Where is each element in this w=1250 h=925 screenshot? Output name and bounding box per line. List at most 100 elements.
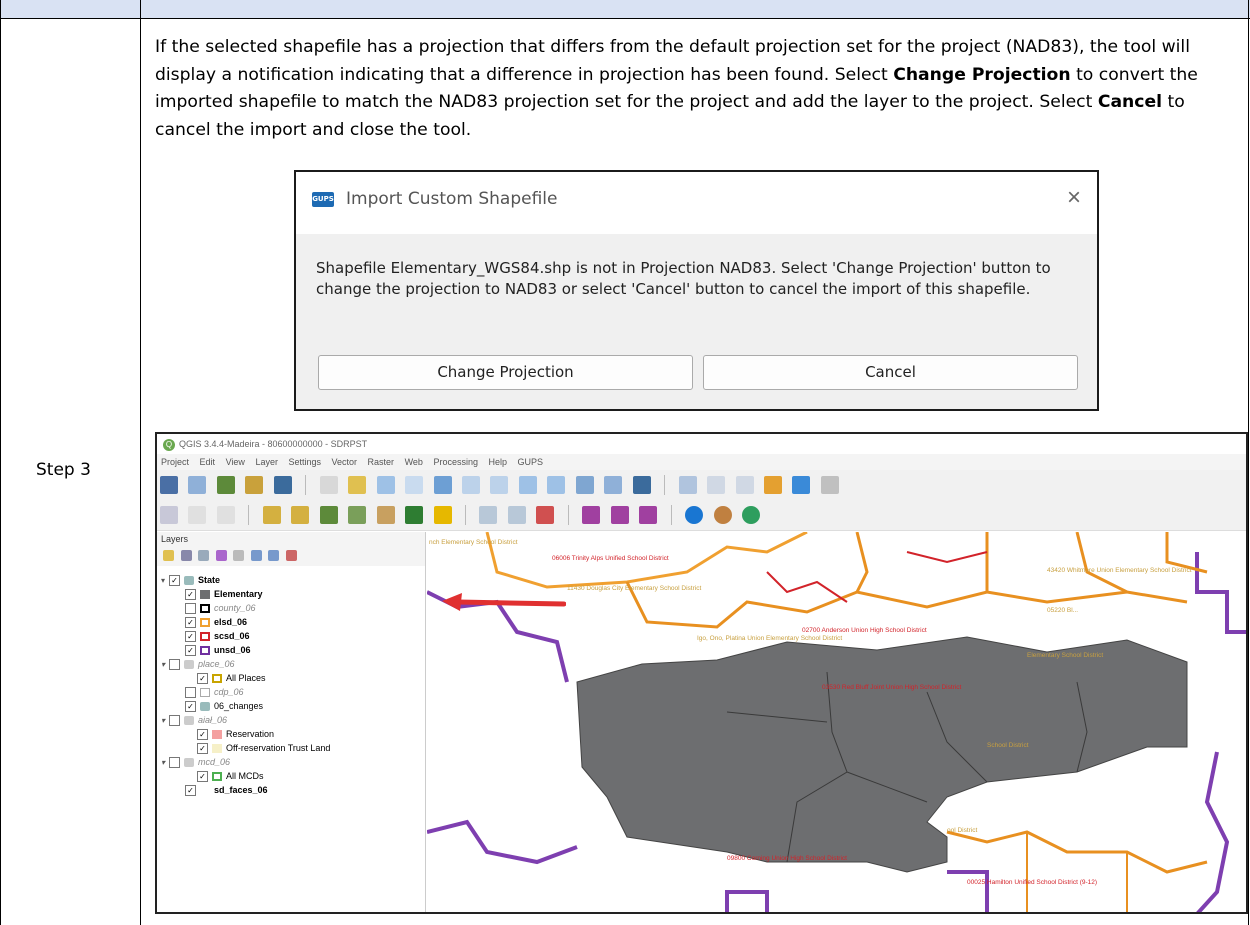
add-group-icon[interactable] [180,550,192,561]
map-label: 11430 Douglas City Elementary School Dis… [567,585,701,592]
layer-group-state[interactable]: ▾ ✓ State [161,574,220,587]
gups-tool-2-icon[interactable] [610,506,629,524]
new-layout-icon[interactable] [188,476,207,494]
layout-2-icon[interactable] [507,506,526,524]
layer-cdp[interactable]: cdp_06 [185,686,244,699]
layer-unsd[interactable]: ✓ unsd_06 [185,644,251,657]
cancel-button[interactable]: Cancel [703,355,1078,390]
identify-icon[interactable] [273,476,292,494]
select-icon[interactable] [735,476,754,494]
menu-project[interactable]: Project [161,457,189,467]
map-label: ool District [947,827,978,834]
label-pin-icon[interactable] [291,506,310,524]
table-header-band [0,0,1250,19]
zoom-native-icon[interactable] [518,476,537,494]
menu-view[interactable]: View [226,457,245,467]
layer-all-mcds[interactable]: ✓ All MCDs [197,770,264,783]
expand-icon[interactable] [250,550,262,561]
expression-icon[interactable] [233,550,245,561]
layout-1-icon[interactable] [479,506,498,524]
step-label: Step 3 [36,460,91,480]
save-icon[interactable] [160,476,178,494]
label-icon[interactable] [262,506,281,524]
menu-help[interactable]: Help [488,457,507,467]
menu-vector[interactable]: Vector [332,457,358,467]
layer-group-mcd[interactable]: ▾ mcd_06 [161,756,230,769]
layer-county[interactable]: county_06 [185,602,256,615]
map-label: 06006 Trinity Alps Unified School Distri… [552,555,669,562]
digitize-icon[interactable] [376,506,395,524]
layer-06-changes[interactable]: ✓ 06_changes [185,700,263,713]
eye-icon[interactable] [198,550,210,561]
zoom-layer-icon[interactable] [490,476,509,494]
change-projection-button[interactable]: Change Projection [318,355,693,390]
add-feature-icon[interactable] [405,506,424,524]
qgis-toolbar-1 [157,470,1246,501]
gups-app-icon: GUPS [312,192,334,207]
menu-gups[interactable]: GUPS [518,457,544,467]
map-label: 02700 Anderson Union High School Distric… [802,627,927,634]
measure-icon[interactable] [820,476,839,494]
remove-layer-icon[interactable] [285,550,297,561]
dialog-titlebar: GUPS Import Custom Shapefile × [296,172,1097,234]
map-label: 00025 Hamilton Unified School District (… [967,879,1097,886]
menu-layer[interactable]: Layer [255,457,278,467]
identify-features-icon[interactable] [678,476,697,494]
layer-off-reservation[interactable]: ✓ Off-reservation Trust Land [197,742,330,755]
table-column-divider [140,0,141,925]
menu-processing[interactable]: Processing [433,457,478,467]
collapse-icon[interactable] [268,550,280,561]
layer-sd-faces[interactable]: ✓ sd_faces_06 [185,784,268,797]
change-projection-emphasis: Change Projection [893,64,1071,85]
refresh-icon[interactable] [632,476,651,494]
pan-icon[interactable] [319,476,338,494]
zoom-selection-icon[interactable] [461,476,480,494]
layout-3-icon[interactable] [536,506,555,524]
processing-icon[interactable] [792,476,811,494]
edit-pencil-icon[interactable] [160,506,178,524]
zoom-last-icon[interactable] [547,476,566,494]
dialog-title: Import Custom Shapefile [346,189,558,209]
field-calculator-icon[interactable] [763,476,782,494]
style-manager-icon[interactable] [245,476,264,494]
layer-reservation[interactable]: ✓ Reservation [197,728,274,741]
web-icon[interactable] [741,506,760,524]
style-icon[interactable] [163,550,174,561]
bookmarks-icon[interactable] [604,476,623,494]
pan-to-selection-icon[interactable] [348,476,367,494]
globe-icon[interactable] [685,506,704,524]
redo-icon[interactable] [216,506,235,524]
import-shapefile-dialog: GUPS Import Custom Shapefile × Shapefile… [294,170,1099,411]
layout-manager-icon[interactable] [216,476,235,494]
filter-icon[interactable] [215,550,227,561]
layers-panel: Layers ▾ ✓ State ✓ Elementary county_06 ✓ el… [157,532,426,912]
attribute-table-icon[interactable] [707,476,726,494]
layer-group-place[interactable]: ▾ place_06 [161,658,235,671]
add-vector-icon[interactable] [319,506,338,524]
layer-group-aial[interactable]: ▾ aiał_06 [161,714,227,727]
zoom-out-icon[interactable] [405,476,424,494]
gups-tool-1-icon[interactable] [582,506,601,524]
layer-all-places[interactable]: ✓ All Places [197,672,266,685]
map-canvas[interactable]: nch Elementary School District 06006 Tri… [427,532,1246,912]
map-label: 09800 Corning Union High School District [727,855,847,862]
layer-scsd[interactable]: ✓ scsd_06 [185,630,250,643]
undo-icon[interactable] [188,506,207,524]
zoom-in-icon[interactable] [376,476,395,494]
gups-tool-3-icon[interactable] [639,506,658,524]
zoom-full-icon[interactable] [433,476,452,494]
qgis-titlebar: Q QGIS 3.4.4-Madeira - 80600000000 - SDRP… [157,434,1246,454]
layer-elsd[interactable]: ✓ elsd_06 [185,616,247,629]
zoom-next-icon[interactable] [575,476,594,494]
menu-raster[interactable]: Raster [368,457,395,467]
menu-web[interactable]: Web [405,457,423,467]
add-raster-icon[interactable] [348,506,367,524]
menu-edit[interactable]: Edit [200,457,216,467]
map-svg: nch Elementary School District 06006 Tri… [427,532,1246,912]
menu-settings[interactable]: Settings [288,457,321,467]
node-tool-icon[interactable] [433,506,452,524]
layer-elementary[interactable]: ✓ Elementary [185,588,263,601]
map-label: Igo, Ono, Platina Union Elementary Schoo… [697,635,842,642]
close-icon[interactable]: × [1067,184,1081,212]
plugin-icon[interactable] [713,506,732,524]
